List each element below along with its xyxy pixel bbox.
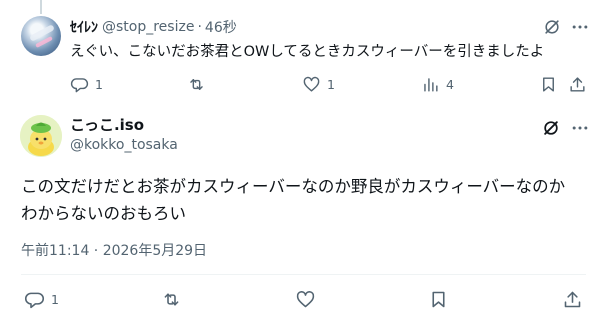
share-icon (570, 77, 585, 92)
like-button[interactable]: 1 (302, 75, 335, 94)
timestamp[interactable]: 46秒 (205, 17, 237, 37)
main-top-icons (541, 118, 561, 142)
share-icon (564, 291, 581, 308)
reply-more (570, 17, 590, 41)
reply-icon (25, 292, 44, 309)
handle[interactable]: @stop_resize (102, 19, 194, 35)
bookmark-icon (543, 77, 554, 92)
thread-line (40, 0, 42, 14)
reply-button[interactable]: 1 (24, 289, 59, 310)
more-icon[interactable] (570, 118, 590, 142)
avatar[interactable] (20, 115, 62, 157)
reply-tweet[interactable]: ｾｲﾚﾝ @stop_resize · 46秒 えぐい、こないだお茶君とOWして… (0, 0, 603, 101)
main-tweet: こっこ.iso @kokko_tosaka この文だけだとお茶がカスウィーバーな… (0, 101, 603, 335)
reply-button[interactable]: 1 (70, 75, 103, 94)
tweet-timestamp[interactable]: 午前11:14 · 2026年5月29日 (21, 240, 207, 260)
retweet-button[interactable] (187, 75, 206, 94)
retweet-button[interactable] (161, 289, 182, 310)
bookmark-button[interactable] (539, 75, 558, 94)
tweet-text: えぐい、こないだお茶君とOWしてるときカスウィーバーを引きましたよ (70, 44, 545, 60)
views-button[interactable]: 4 (421, 75, 454, 94)
like-icon (303, 76, 320, 92)
like-count: 1 (327, 77, 335, 92)
share-button[interactable] (562, 289, 583, 310)
tweet-text: この文だけだとお茶がカスウィーバーなのか野良がカスウィーバーなのか わからないの… (21, 173, 586, 227)
display-name[interactable]: こっこ.iso (70, 115, 178, 135)
retweet-icon (190, 79, 203, 90)
reply-top-icons (542, 17, 562, 41)
like-icon (296, 291, 315, 308)
views-icon (424, 78, 438, 92)
reply-count: 1 (95, 77, 103, 92)
share-button[interactable] (568, 75, 587, 94)
tweet-text-line: この文だけだとお茶がカスウィーバーなのか野良がカスウィーバーなのか (21, 177, 566, 196)
like-button[interactable] (295, 289, 316, 310)
avatar[interactable] (21, 16, 61, 56)
more-icon[interactable] (570, 17, 590, 41)
main-more (570, 118, 590, 142)
retweet-icon (164, 293, 179, 306)
grok-icon[interactable] (541, 118, 561, 142)
reply-count: 1 (51, 292, 59, 307)
main-header: こっこ.iso @kokko_tosaka (70, 115, 178, 155)
bookmark-icon (432, 291, 445, 308)
display-name[interactable]: ｾｲﾚﾝ (70, 17, 98, 37)
bookmark-button[interactable] (428, 289, 449, 310)
handle[interactable]: @kokko_tosaka (70, 135, 178, 155)
grok-icon[interactable] (542, 17, 562, 41)
reply-header: ｾｲﾚﾝ @stop_resize · 46秒 (70, 16, 237, 38)
tweet-text-line: わからないのおもろい (21, 204, 186, 223)
view-count: 4 (446, 77, 454, 92)
reply-icon (70, 78, 89, 93)
divider (21, 274, 586, 275)
separator: · (197, 19, 202, 35)
